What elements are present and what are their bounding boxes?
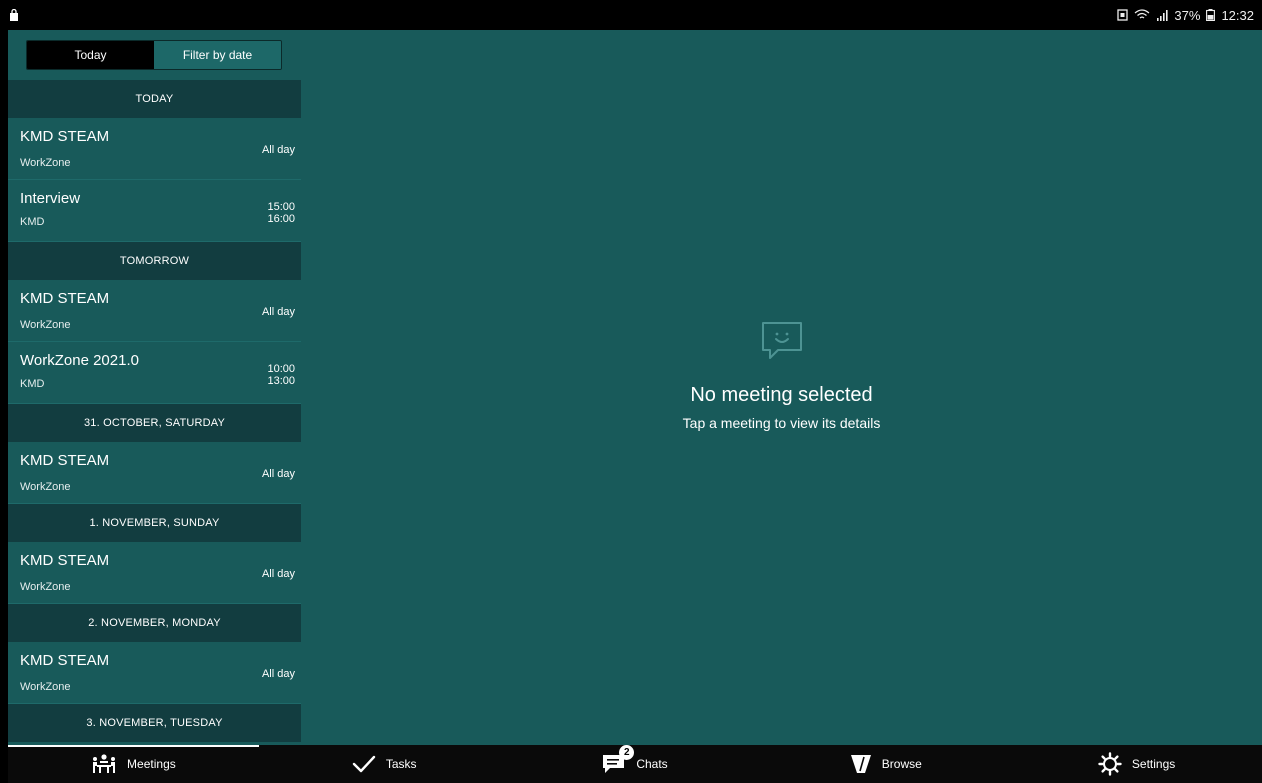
meeting-subtitle: WorkZone bbox=[20, 681, 71, 693]
meetings-sidebar: Today Filter by date TODAY KMD STEAM Wor… bbox=[8, 30, 301, 745]
meeting-subtitle: WorkZone bbox=[20, 157, 71, 169]
nav-chats[interactable]: 2 Chats bbox=[510, 745, 761, 783]
meeting-item[interactable]: KMD STEAM WorkZone All day bbox=[8, 118, 301, 180]
meeting-start-time: 10:00 bbox=[267, 363, 295, 375]
signal-icon bbox=[1157, 10, 1169, 21]
meeting-detail-panel: No meeting selected Tap a meeting to vie… bbox=[301, 30, 1262, 745]
battery-icon bbox=[1206, 9, 1216, 21]
nav-tasks[interactable]: Tasks bbox=[259, 745, 510, 783]
section-header-date: 1. NOVEMBER, SUNDAY bbox=[8, 504, 301, 542]
section-header-tomorrow: TOMORROW bbox=[8, 242, 301, 280]
nav-settings-label: Settings bbox=[1131, 757, 1176, 771]
empty-state-title: No meeting selected bbox=[690, 384, 873, 406]
meeting-end-time: 16:00 bbox=[267, 213, 295, 225]
meeting-time: All day bbox=[261, 568, 295, 580]
meeting-title: WorkZone 2021.0 bbox=[20, 352, 139, 369]
meeting-start-time: 15:00 bbox=[267, 201, 295, 213]
meeting-subtitle: WorkZone bbox=[20, 481, 71, 493]
status-bar-right: 37% 12:32 bbox=[1117, 8, 1254, 23]
meeting-subtitle: KMD bbox=[20, 216, 45, 228]
filter-by-date-tab[interactable]: Filter by date bbox=[154, 41, 281, 69]
meeting-item[interactable]: WorkZone 2021.0 KMD 10:00 13:00 bbox=[8, 342, 301, 404]
section-header-date: 31. OCTOBER, SATURDAY bbox=[8, 404, 301, 442]
meeting-item[interactable]: KMD STEAM WorkZone All day bbox=[8, 542, 301, 604]
meeting-title: KMD STEAM bbox=[20, 128, 110, 145]
meeting-time: All day bbox=[261, 306, 295, 318]
bottom-navigation: Meetings Tasks 2 Chats Browse Settings bbox=[8, 745, 1262, 783]
battery-percent: 37% bbox=[1174, 7, 1201, 23]
meeting-time-range: 10:00 13:00 bbox=[267, 363, 295, 387]
meeting-title: Interview bbox=[20, 190, 81, 207]
section-header-today: TODAY bbox=[8, 80, 301, 118]
checkmark-icon bbox=[352, 755, 376, 773]
meeting-time: All day bbox=[261, 468, 295, 480]
date-filter-segmented-control: Today Filter by date bbox=[26, 40, 282, 70]
status-bar-left bbox=[8, 8, 20, 22]
nav-meetings-label: Meetings bbox=[127, 757, 176, 771]
meeting-time: All day bbox=[261, 668, 295, 680]
meeting-subtitle: KMD bbox=[20, 378, 45, 390]
nav-settings[interactable]: Settings bbox=[1011, 745, 1262, 783]
meeting-title: KMD STEAM bbox=[20, 290, 110, 307]
clock: 12:32 bbox=[1221, 7, 1254, 23]
meeting-time: All day bbox=[261, 144, 295, 156]
lock-screen-icon bbox=[1117, 9, 1129, 21]
meeting-item[interactable]: KMD STEAM WorkZone All day bbox=[8, 642, 301, 704]
meeting-title: KMD STEAM bbox=[20, 652, 110, 669]
today-tab[interactable]: Today bbox=[27, 41, 154, 69]
nav-chats-label: Chats bbox=[636, 757, 668, 771]
meeting-item[interactable]: KMD STEAM WorkZone All day bbox=[8, 442, 301, 504]
wifi-icon bbox=[1135, 9, 1150, 19]
meetings-icon bbox=[91, 753, 117, 775]
chat-smiley-icon bbox=[761, 322, 802, 359]
chats-unread-badge: 2 bbox=[619, 745, 635, 760]
browse-icon bbox=[850, 754, 872, 774]
nav-browse-label: Browse bbox=[881, 757, 922, 771]
meeting-subtitle: WorkZone bbox=[20, 581, 71, 593]
status-bar: 37% 12:32 bbox=[0, 0, 1262, 30]
empty-state-subtitle: Tap a meeting to view its details bbox=[682, 415, 881, 431]
meeting-title: KMD STEAM bbox=[20, 552, 110, 569]
meeting-time-range: 15:00 16:00 bbox=[267, 201, 295, 225]
meeting-item[interactable]: KMD STEAM WorkZone All day bbox=[8, 280, 301, 342]
meeting-end-time: 13:00 bbox=[267, 375, 295, 387]
section-header-date: 2. NOVEMBER, MONDAY bbox=[8, 604, 301, 642]
chat-bubble-icon: 2 bbox=[602, 745, 635, 775]
date-filter-bar: Today Filter by date bbox=[8, 30, 301, 80]
nav-browse[interactable]: Browse bbox=[760, 745, 1011, 783]
meeting-item[interactable]: Interview KMD 15:00 16:00 bbox=[8, 180, 301, 242]
notification-bag-icon bbox=[10, 8, 18, 21]
section-header-date: 3. NOVEMBER, TUESDAY bbox=[8, 704, 301, 742]
nav-tasks-label: Tasks bbox=[385, 757, 417, 771]
gear-icon bbox=[1098, 752, 1122, 776]
nav-meetings[interactable]: Meetings bbox=[8, 745, 259, 783]
meeting-title: KMD STEAM bbox=[20, 452, 110, 469]
meeting-subtitle: WorkZone bbox=[20, 319, 71, 331]
empty-state: No meeting selected Tap a meeting to vie… bbox=[301, 320, 1262, 431]
